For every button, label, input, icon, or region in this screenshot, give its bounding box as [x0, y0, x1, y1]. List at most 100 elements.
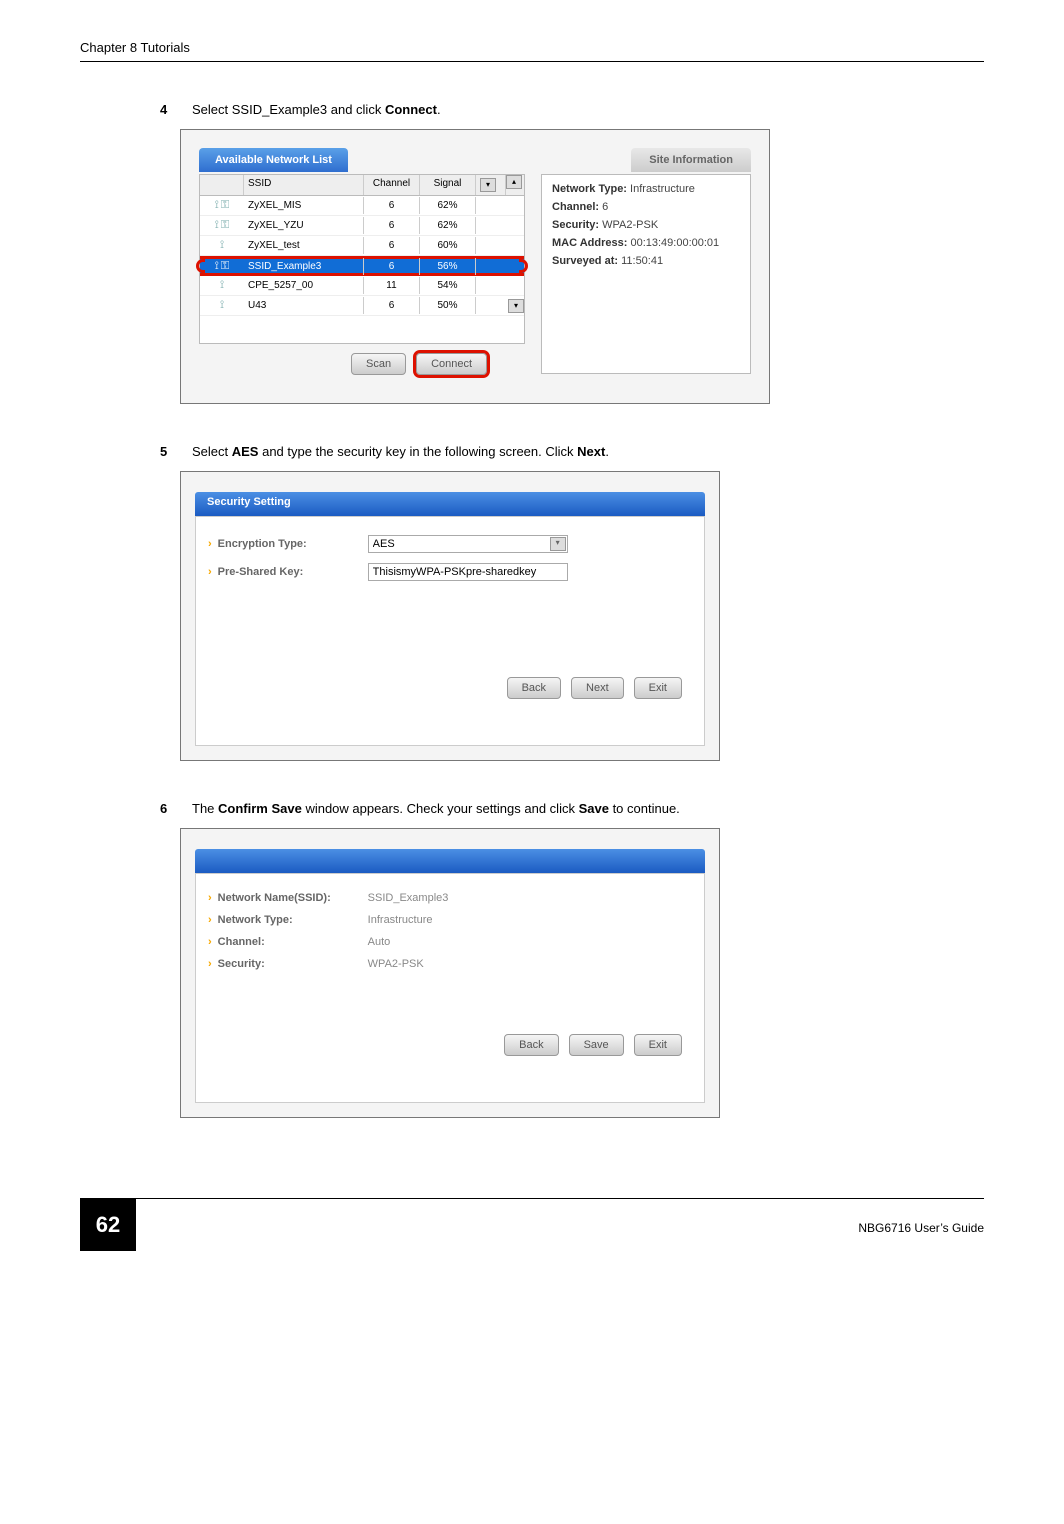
col-channel[interactable]: Channel — [364, 175, 420, 195]
label-encryption-type: Encryption Type: — [218, 538, 368, 550]
table-row-selected[interactable]: ⟟⚿ SSID_Example3 6 56% — [200, 256, 524, 276]
value-network-name: SSID_Example3 — [368, 892, 449, 904]
text-bold: Next — [577, 444, 605, 459]
cell-signal: 54% — [420, 277, 476, 294]
value-security: WPA2-PSK — [368, 958, 424, 970]
scroll-down-icon[interactable]: ▾ — [508, 299, 524, 313]
label-network-type: Network Type: — [552, 183, 627, 195]
text-bold: AES — [232, 444, 259, 459]
value-security: WPA2-PSK — [602, 219, 658, 231]
label-mac: MAC Address: — [552, 237, 627, 249]
encryption-type-select[interactable] — [368, 535, 568, 553]
step-number: 6 — [160, 801, 174, 816]
wifi-icon: ⟟⚿ — [200, 260, 244, 273]
step-number: 4 — [160, 102, 174, 117]
bullet-icon: › — [208, 566, 212, 578]
cell-ssid: ZyXEL_YZU — [244, 217, 364, 234]
table-row[interactable]: ⟟ ZyXEL_test 6 60% — [200, 236, 524, 256]
sort-icon[interactable]: ▾ — [480, 178, 496, 192]
exit-button[interactable]: Exit — [634, 677, 682, 699]
col-signal[interactable]: Signal — [420, 175, 476, 195]
step-5: 5 Select AES and type the security key i… — [160, 444, 984, 459]
cell-channel: 6 — [364, 258, 420, 275]
next-button[interactable]: Next — [571, 677, 624, 699]
text-bold: Save — [579, 801, 609, 816]
scan-button[interactable]: Scan — [351, 353, 406, 375]
text-part: . — [437, 102, 441, 117]
table-row[interactable]: ⟟⚿ ZyXEL_YZU 6 62% — [200, 216, 524, 236]
chapter-title: Chapter 8 Tutorials — [80, 40, 190, 55]
text-bold: Confirm Save — [218, 801, 302, 816]
preshared-key-input[interactable] — [368, 563, 568, 581]
text-bold: Connect — [385, 102, 437, 117]
back-button[interactable]: Back — [507, 677, 561, 699]
text-part: Select — [192, 444, 232, 459]
text-part: to continue. — [609, 801, 680, 816]
panel-header-label: Security Setting — [207, 496, 291, 508]
wifi-icon: ⟟⚿ — [200, 219, 244, 232]
text-part: . — [605, 444, 609, 459]
bullet-icon: › — [208, 892, 212, 904]
cell-ssid: U43 — [244, 297, 364, 314]
label-channel: Channel: — [218, 936, 368, 948]
text-part: and type the security key in the followi… — [258, 444, 577, 459]
step-text: Select SSID_Example3 and click Connect. — [192, 102, 441, 117]
label-network-type: Network Type: — [218, 914, 368, 926]
figure-security-setting: Security Setting › Encryption Type: ▾ › … — [180, 471, 720, 761]
guide-title: NBG6716 User’s Guide — [154, 1215, 984, 1235]
cell-ssid: SSID_Example3 — [244, 258, 364, 275]
cell-signal: 56% — [420, 258, 476, 275]
cell-ssid: ZyXEL_MIS — [244, 197, 364, 214]
step-6: 6 The Confirm Save window appears. Check… — [160, 801, 984, 816]
wifi-icon: ⟟⚿ — [200, 199, 244, 212]
wifi-icon: ⟟ — [200, 239, 244, 252]
site-info-panel: Network Type: Infrastructure Channel: 6 … — [541, 174, 751, 374]
text-part: Select SSID_Example3 and click — [192, 102, 385, 117]
page-number: 62 — [80, 1199, 136, 1251]
table-row[interactable]: ⟟⚿ ZyXEL_MIS 6 62% — [200, 196, 524, 216]
cell-channel: 6 — [364, 197, 420, 214]
step-text: The Confirm Save window appears. Check y… — [192, 801, 680, 816]
cell-ssid: CPE_5257_00 — [244, 277, 364, 294]
panel-header — [195, 849, 705, 873]
bullet-icon: › — [208, 936, 212, 948]
tab-site-information[interactable]: Site Information — [631, 148, 751, 172]
label-surveyed: Surveyed at: — [552, 255, 618, 267]
cell-signal: 50% — [420, 297, 476, 314]
cell-ssid: ZyXEL_test — [244, 237, 364, 254]
value-surveyed: 11:50:41 — [621, 255, 663, 267]
col-ssid[interactable]: SSID — [244, 175, 364, 195]
chevron-down-icon[interactable]: ▾ — [550, 537, 566, 551]
cell-signal: 62% — [420, 197, 476, 214]
scroll-up-icon[interactable]: ▴ — [506, 175, 522, 189]
table-row[interactable]: ⟟ U43 6 50% ▾ — [200, 296, 524, 316]
bullet-icon: › — [208, 538, 212, 550]
cell-signal: 60% — [420, 237, 476, 254]
figure-confirm-save: › Network Name(SSID): SSID_Example3 › Ne… — [180, 828, 720, 1118]
label-network-name: Network Name(SSID): — [218, 892, 368, 904]
tab-available-networks[interactable]: Available Network List — [199, 148, 348, 172]
label-preshared-key: Pre-Shared Key: — [218, 566, 368, 578]
value-channel: 6 — [602, 201, 608, 213]
network-table: SSID Channel Signal ▾ ▴ ⟟⚿ ZyXEL_MIS 6 6… — [199, 174, 525, 344]
exit-button[interactable]: Exit — [634, 1034, 682, 1056]
figure-network-list: Available Network List Site Information … — [180, 129, 770, 404]
cell-channel: 11 — [364, 277, 420, 294]
connect-button[interactable]: Connect — [416, 353, 487, 375]
label-channel: Channel: — [552, 201, 599, 213]
value-network-type: Infrastructure — [368, 914, 433, 926]
wifi-icon: ⟟ — [200, 299, 244, 312]
text-part: window appears. Check your settings and … — [302, 801, 579, 816]
save-button[interactable]: Save — [569, 1034, 624, 1056]
back-button[interactable]: Back — [504, 1034, 558, 1056]
text-part: The — [192, 801, 218, 816]
col-icon — [200, 175, 244, 195]
value-network-type: Infrastructure — [630, 183, 695, 195]
value-mac: 00:13:49:00:00:01 — [630, 237, 719, 249]
step-text: Select AES and type the security key in … — [192, 444, 609, 459]
cell-channel: 6 — [364, 237, 420, 254]
bullet-icon: › — [208, 958, 212, 970]
cell-signal: 62% — [420, 217, 476, 234]
table-row[interactable]: ⟟ CPE_5257_00 11 54% — [200, 276, 524, 296]
cell-channel: 6 — [364, 217, 420, 234]
